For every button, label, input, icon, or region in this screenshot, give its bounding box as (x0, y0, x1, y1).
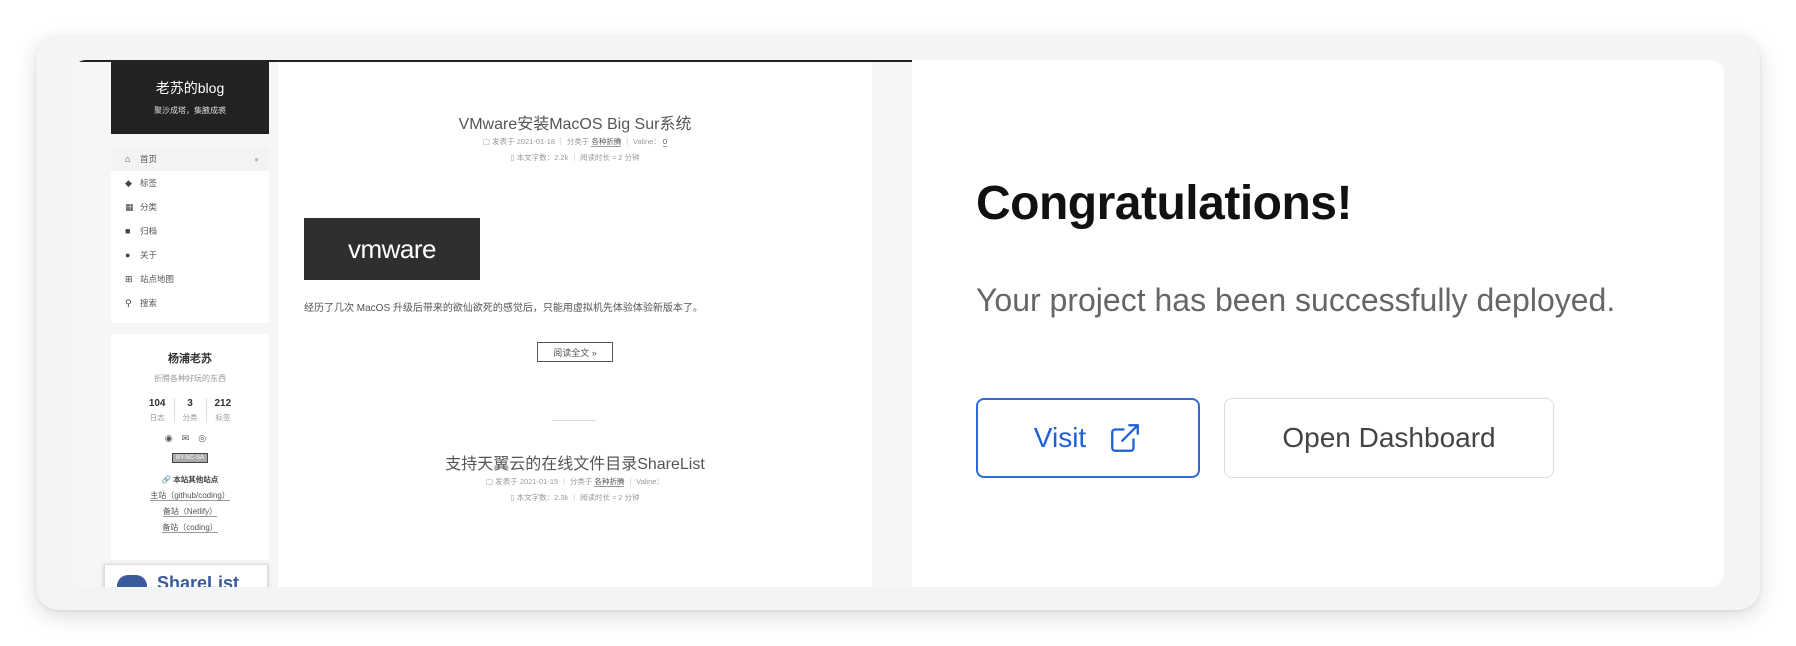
cc-license-badge: BY-NC-SA (171, 453, 209, 463)
post-meta-words: ▯ 本文字数：2.2k ｜ 阅读时长 ≈ 2 分钟 (510, 153, 640, 162)
read-more-button: 阅读全文 » (537, 342, 613, 362)
open-dashboard-label: Open Dashboard (1282, 422, 1496, 453)
success-subtitle: Your project has been successfully deplo… (976, 282, 1616, 318)
stat-number: 3 (187, 398, 193, 409)
menu-item-label: 归档 (140, 226, 158, 236)
stat-tags: 212 标签 (207, 398, 240, 423)
calendar-icon: ▢ (482, 137, 491, 146)
stat-posts: 104 日志 (141, 398, 175, 423)
stat-categories: 3 分类 (175, 398, 207, 423)
blog-subtitle: 聚沙成塔，集腋成裘 (154, 106, 226, 115)
weibo-icon: ◎ (198, 433, 216, 443)
post-meta: ▢ 发表于 2021-01-18 ｜ 分类于 各种折腾 ｜ Valine： 0 (482, 137, 668, 147)
stat-number: 104 (148, 398, 166, 409)
blog-brand: 老苏的blog 聚沙成塔，集腋成裘 (111, 62, 269, 134)
menu-item-label: 标签 (140, 178, 158, 188)
blog-menu: ⌂ 首页 ● ◆ 标签 ▦ 分类 ■ 归档 ● 关于 ⊞ 站点地图 ⚲ 搜索 (111, 147, 269, 323)
menu-item-label: 首页 (140, 154, 158, 164)
vmware-logo-image: vmware (304, 218, 480, 280)
external-link-icon (1111, 424, 1140, 452)
stat-label: 分类 (182, 413, 198, 422)
menu-item-label: 关于 (140, 250, 158, 260)
post-title: VMware安装MacOS Big Sur系统 (458, 116, 692, 133)
menu-item-label: 搜索 (140, 298, 158, 308)
mail-icon: ✉ (181, 433, 199, 443)
other-sites-title: 🔗 本站其他站点 (161, 475, 219, 484)
author-description: 折腾各种好玩的东西 (154, 374, 226, 383)
author-name: 杨浦老苏 (168, 353, 212, 365)
stat-number: 212 (214, 398, 232, 409)
user-icon: ● (125, 250, 131, 260)
post-divider (552, 420, 596, 421)
post-meta: ▢ 发表于 2021-01-15 ｜ 分类于 各种折腾 ｜ Valine： (486, 477, 664, 487)
cloud-icon (117, 575, 147, 587)
menu-item-tags: ◆ 标签 (111, 171, 269, 195)
post-excerpt: 经历了几次 MacOS 升级后带来的欲仙欲死的感觉后，只能用虚拟机先体验体验新版… (304, 303, 703, 314)
visit-button-label: Visit (1033, 422, 1087, 453)
site-preview-screenshot[interactable]: 老苏的blog 聚沙成塔，集腋成裘 ⌂ 首页 ● ◆ 标签 ▦ 分类 ■ 归档 … (72, 60, 912, 587)
open-dashboard-button[interactable]: Open Dashboard (1224, 398, 1554, 478)
menu-item-categories: ▦ 分类 (111, 195, 269, 219)
author-card: 杨浦老苏 折腾各种好玩的东西 104 日志 3 分类 212 标签 ◉✉◎ BY… (111, 334, 269, 560)
file-icon: ▯ (510, 493, 515, 502)
tags-icon: ◆ (125, 177, 132, 188)
menu-item-label: 分类 (140, 202, 158, 212)
grid-icon: ▦ (125, 201, 134, 212)
sitemap-icon: ⊞ (125, 273, 133, 284)
blog-title: 老苏的blog (155, 80, 225, 96)
menu-item-archive: ■ 归档 (111, 219, 269, 243)
archive-icon: ■ (125, 226, 131, 236)
menu-item-about: ● 关于 (111, 243, 269, 267)
social-links: ◉✉◎ (111, 433, 269, 444)
post-meta-words: ▯ 本文字数：2.3k ｜ 阅读时长 ≈ 2 分钟 (510, 493, 640, 502)
stat-label: 标签 (215, 413, 231, 422)
success-heading: Congratulations! (976, 177, 1352, 230)
menu-item-sitemap: ⊞ 站点地图 (111, 267, 269, 291)
sharelist-logo-image: ShareList (104, 564, 268, 587)
active-dot-icon: ● (254, 154, 259, 164)
visit-button[interactable]: Visit (976, 398, 1200, 478)
home-icon: ⌂ (125, 154, 131, 164)
blog-content: VMware安装MacOS Big Sur系统 ▢ 发表于 2021-01-18… (278, 62, 872, 587)
github-icon: ◉ (164, 433, 182, 443)
deploy-card: 老苏的blog 聚沙成塔，集腋成裘 ⌂ 首页 ● ◆ 标签 ▦ 分类 ■ 归档 … (72, 60, 1724, 587)
author-stats: 104 日志 3 分类 212 标签 (111, 398, 269, 423)
other-site-link: 备站（coding） (162, 523, 218, 533)
calendar-icon: ▢ (486, 477, 494, 486)
success-panel: Congratulations! Your project has been s… (912, 60, 1724, 587)
other-site-link: 主站（github/coding） (150, 491, 230, 501)
post-title: 支持天翼云的在线文件目录ShareList (445, 456, 705, 473)
deploy-success-window: 老苏的blog 聚沙成塔，集腋成裘 ⌂ 首页 ● ◆ 标签 ▦ 分类 ■ 归档 … (36, 36, 1760, 610)
menu-item-label: 站点地图 (140, 274, 175, 284)
stat-label: 日志 (149, 413, 165, 422)
other-site-link: 备站（Netlify） (162, 507, 218, 517)
menu-item-home: ⌂ 首页 ● (111, 147, 269, 171)
search-icon: ⚲ (125, 297, 132, 308)
file-icon: ▯ (510, 153, 515, 162)
menu-item-search: ⚲ 搜索 (111, 291, 269, 315)
